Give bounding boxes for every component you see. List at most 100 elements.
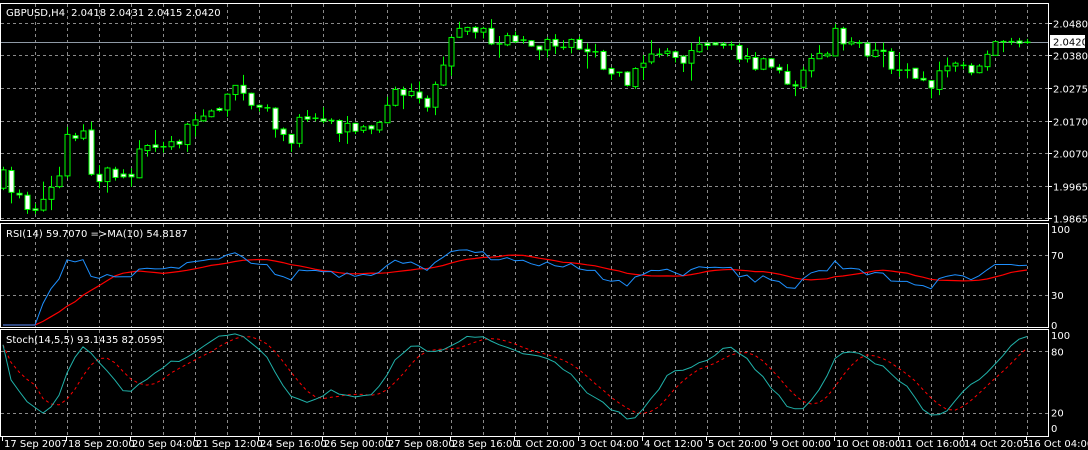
bull-candle-body	[136, 148, 143, 179]
bear-candle-body	[32, 208, 39, 211]
bear-candle-body	[600, 50, 607, 70]
bull-candle-body	[632, 68, 639, 88]
bear-candle-body	[552, 38, 559, 47]
time-tick-label: 11 Oct 16:00	[900, 439, 965, 450]
price-tick-label: 2.0170	[1053, 118, 1088, 129]
bear-candle-body	[416, 91, 423, 99]
bear-candle-body	[400, 88, 407, 96]
candle[interactable]	[864, 41, 871, 58]
bear-candle-body	[240, 84, 247, 94]
candle[interactable]	[624, 71, 631, 87]
candle[interactable]	[712, 41, 719, 46]
trading-chart[interactable]: 2.0480 2.0380 2.0275 2.0170 2.0070 1.9965 1.98…	[0, 0, 1088, 450]
bull-candle-body	[56, 175, 63, 188]
time-tick-label: 3 Oct 04:00	[580, 439, 639, 450]
candle[interactable]	[528, 40, 535, 47]
bull-candle-body	[824, 53, 831, 57]
candle[interactable]	[992, 40, 999, 56]
candle[interactable]	[600, 49, 607, 71]
bear-candle-body	[152, 144, 159, 148]
time-tick-label: 20 Sep 04:00	[132, 439, 199, 450]
stoch-tick-label: 80	[1051, 347, 1064, 358]
bear-candle-body	[736, 44, 743, 60]
bear-candle-body	[128, 173, 135, 178]
bear-candle-body	[928, 80, 935, 89]
candle[interactable]	[800, 66, 807, 89]
bear-candle-body	[528, 40, 535, 47]
bull-candle-body	[456, 27, 463, 38]
bear-candle-body	[96, 173, 103, 183]
candle[interactable]	[296, 114, 303, 148]
bear-candle-body	[912, 67, 919, 79]
current-price-label: 2.0420	[1053, 38, 1088, 49]
bear-candle-body	[424, 97, 431, 108]
time-tick-label: 10 Oct 08:00	[836, 439, 901, 450]
candle[interactable]	[0, 166, 7, 191]
bear-candle-body	[720, 43, 727, 46]
bull-candle-body	[760, 58, 767, 70]
price-tick-label: 2.0275	[1053, 85, 1088, 96]
candle[interactable]	[760, 57, 767, 71]
bull-candle-body	[568, 38, 575, 48]
bear-candle-body	[712, 42, 719, 46]
stoch-tick-label: 0	[1051, 424, 1057, 435]
bear-candle-body	[536, 45, 543, 51]
bull-candle-body	[192, 119, 199, 126]
candle[interactable]	[64, 126, 71, 179]
candle[interactable]	[208, 109, 215, 118]
bull-candle-body	[408, 90, 415, 96]
candle[interactable]	[632, 67, 639, 89]
bear-candle-body	[256, 104, 263, 108]
time-tick-label: 17 Sep 2007	[4, 439, 67, 450]
time-tick-label: 28 Sep 16:00	[452, 439, 519, 450]
bull-candle-body	[448, 37, 455, 67]
bear-candle-body	[72, 135, 79, 139]
bear-candle-body	[216, 107, 223, 111]
bear-candle-body	[624, 71, 631, 86]
candle[interactable]	[768, 58, 775, 69]
bear-candle-body	[576, 38, 583, 50]
price-tick-label: 2.0380	[1053, 52, 1088, 63]
bear-candle-body	[880, 49, 887, 52]
bear-candle-body	[840, 27, 847, 45]
candle[interactable]	[88, 121, 95, 176]
candle[interactable]	[832, 23, 839, 57]
bull-candle-body	[744, 56, 751, 60]
bear-candle-body	[968, 64, 975, 74]
candle[interactable]	[736, 43, 743, 63]
bull-candle-body	[40, 198, 47, 211]
bull-candle-body	[200, 115, 207, 122]
bull-candle-body	[80, 130, 87, 139]
bull-candle-body	[168, 141, 175, 148]
bear-candle-body	[8, 170, 15, 193]
bull-candle-body	[184, 123, 191, 146]
bull-candle-body	[504, 35, 511, 46]
bear-candle-body	[776, 66, 783, 71]
bull-candle-body	[104, 167, 111, 183]
time-tick-label: 1 Oct 20:00	[516, 439, 575, 450]
bull-candle-body	[440, 64, 447, 86]
time-tick-label: 27 Sep 08:00	[388, 439, 455, 450]
bull-candle-body	[936, 70, 943, 90]
bear-candle-body	[248, 92, 255, 106]
time-tick-label: 16 Oct 04:00	[1028, 439, 1088, 450]
bear-candle-body	[488, 27, 495, 45]
stoch-tick-label: 20	[1051, 409, 1064, 420]
bull-candle-body	[800, 69, 807, 88]
bear-candle-body	[272, 107, 279, 130]
bull-candle-body	[816, 52, 823, 60]
price-tick-label: 1.9965	[1053, 183, 1088, 194]
bull-candle-body	[48, 186, 55, 200]
bull-candle-body	[664, 50, 671, 54]
bear-candle-body	[768, 58, 775, 68]
bear-candle-body	[1016, 40, 1023, 44]
bear-candle-body	[792, 84, 799, 87]
bull-candle-body	[144, 145, 151, 152]
time-tick-label: 14 Oct 20:05	[964, 439, 1029, 450]
candle[interactable]	[912, 67, 919, 80]
bull-candle-body	[432, 83, 439, 108]
price-tick-label: 1.9865	[1053, 215, 1088, 226]
candle[interactable]	[392, 86, 399, 107]
bear-candle-body	[752, 56, 759, 70]
bull-candle-body	[952, 62, 959, 67]
